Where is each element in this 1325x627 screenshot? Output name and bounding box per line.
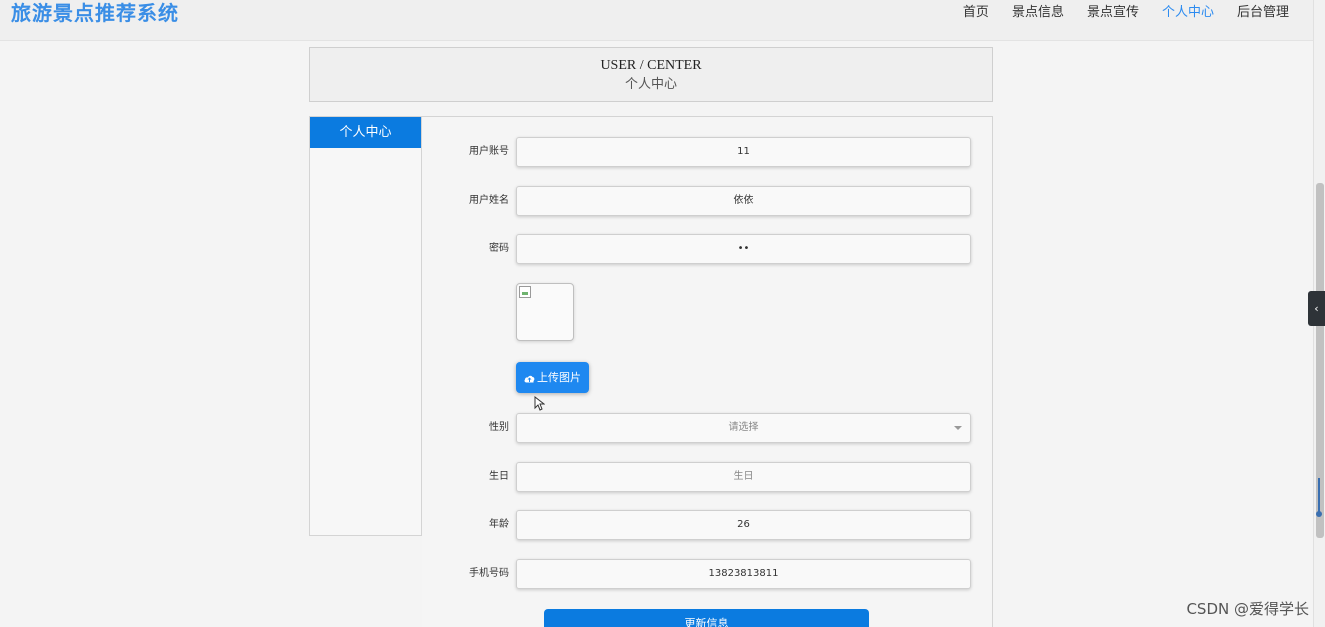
password-row: 密码 •• [422, 234, 993, 264]
top-navbar: 旅游景点推荐系统 首页 景点信息 景点宣传 个人中心 后台管理 [0, 0, 1313, 41]
nav-home[interactable]: 首页 [963, 0, 989, 26]
gender-select-value: 请选择 [728, 422, 759, 433]
account-input[interactable]: 11 [516, 137, 971, 167]
page-title-cn: 个人中心 [624, 77, 677, 92]
chevron-left-icon[interactable]: ‹ [1308, 291, 1325, 326]
page-title-panel: USER / CENTER 个人中心 [309, 47, 993, 102]
watermark: CSDN @爱得学长 [1186, 600, 1309, 618]
age-label: 年龄 [489, 519, 509, 530]
name-input[interactable]: 依依 [516, 186, 971, 216]
main-nav: 首页 景点信息 景点宣传 个人中心 后台管理 [940, 0, 1289, 26]
account-label: 用户账号 [469, 146, 509, 157]
nav-promotion[interactable]: 景点宣传 [1087, 0, 1139, 26]
age-input[interactable]: 26 [516, 510, 971, 540]
gender-row: 性别 请选择 [422, 413, 993, 443]
gender-select[interactable]: 请选择 [516, 413, 971, 443]
name-row: 用户姓名 依依 [422, 186, 993, 216]
nav-user-center[interactable]: 个人中心 [1162, 0, 1214, 26]
mouse-cursor-icon [534, 396, 545, 411]
upload-image-button[interactable]: 上传图片 [516, 362, 589, 393]
nav-attractions[interactable]: 景点信息 [1012, 0, 1064, 26]
password-label: 密码 [489, 243, 509, 254]
nav-admin[interactable]: 后台管理 [1237, 0, 1289, 26]
phone-row: 手机号码 13823813811 [422, 559, 993, 589]
profile-form: 用户账号 11 用户姓名 依依 密码 •• 上传图片 性别 请选择 生日 生日 … [422, 116, 993, 627]
password-input[interactable]: •• [516, 234, 971, 264]
birthday-label: 生日 [489, 471, 509, 482]
gender-label: 性别 [489, 422, 509, 433]
page-title-en: USER / CENTER [600, 58, 702, 73]
sidebar-item-user-center[interactable]: 个人中心 [310, 117, 421, 148]
upload-button-label: 上传图片 [537, 371, 581, 384]
chevron-down-icon [954, 426, 962, 430]
name-label: 用户姓名 [469, 195, 509, 206]
thermometer-icon [1316, 478, 1322, 517]
phone-input[interactable]: 13823813811 [516, 559, 971, 589]
avatar-preview [516, 283, 574, 341]
birthday-row: 生日 生日 [422, 462, 993, 492]
update-info-button[interactable]: 更新信息 [544, 609, 869, 627]
age-row: 年龄 26 [422, 510, 993, 540]
broken-image-icon [519, 286, 531, 298]
birthday-input[interactable]: 生日 [516, 462, 971, 492]
account-row: 用户账号 11 [422, 137, 993, 167]
cloud-upload-icon [524, 375, 535, 383]
phone-label: 手机号码 [469, 568, 509, 579]
sidebar: 个人中心 [309, 116, 422, 536]
site-logo[interactable]: 旅游景点推荐系统 [11, 0, 179, 26]
